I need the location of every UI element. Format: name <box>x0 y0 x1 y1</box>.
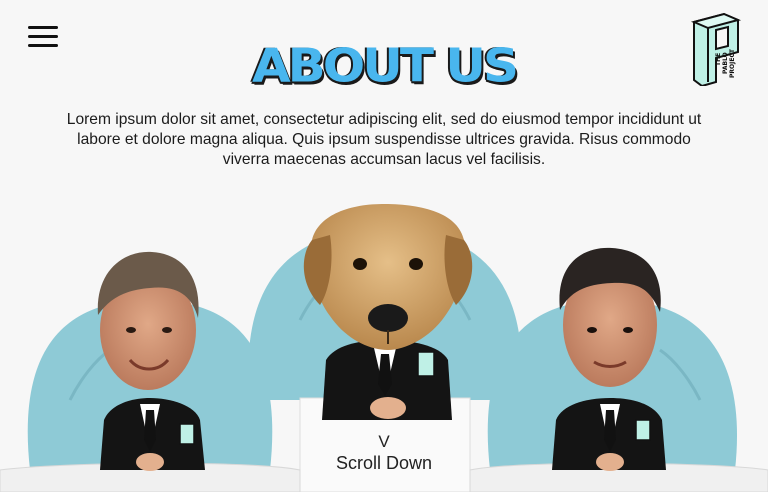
scroll-down-label: Scroll Down <box>335 453 433 473</box>
team-member-center <box>303 203 473 420</box>
scroll-down-button[interactable]: V Scroll Down <box>318 432 450 474</box>
team-illustration <box>0 203 768 492</box>
scroll-down-arrow-icon: V <box>378 432 390 451</box>
